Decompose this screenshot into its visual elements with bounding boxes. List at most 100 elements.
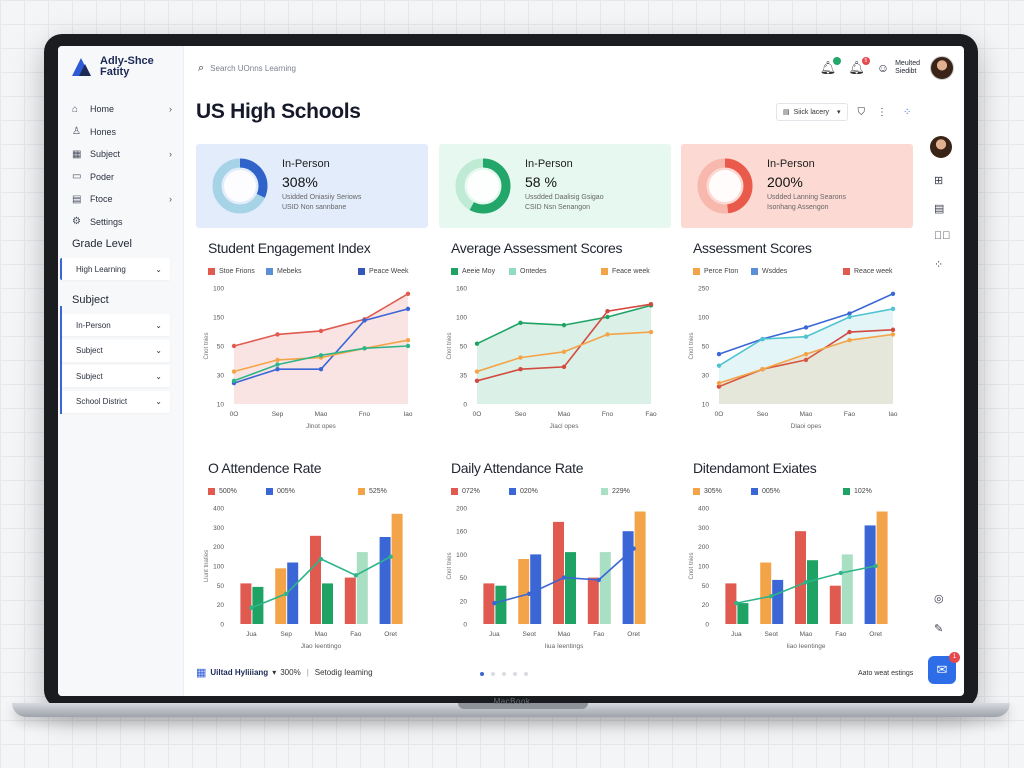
legend-label: 525% (369, 488, 387, 495)
y-tick-label: 150 (213, 315, 224, 322)
data-point (275, 362, 280, 367)
stat-value: 308% (282, 174, 318, 190)
avatar[interactable] (930, 56, 954, 80)
footer-value: 300% (280, 668, 301, 677)
calendar-icon: ▦ (72, 148, 82, 160)
legend-label: 020% (520, 488, 538, 495)
data-point (847, 329, 852, 335)
page-dot[interactable] (524, 672, 528, 676)
sidebar-item-4[interactable]: ▤ Ftoce › (58, 188, 184, 211)
page-dot[interactable] (502, 672, 506, 676)
filter-select-1[interactable]: Subject ⌄ (60, 339, 170, 362)
sidebar-item-5[interactable]: ⚙ Settings (58, 211, 184, 234)
y-tick-label: 100 (213, 286, 224, 293)
bar (737, 603, 749, 624)
data-point (890, 291, 896, 296)
chevron-down-icon: ⌄ (155, 264, 162, 274)
app-logo[interactable]: Adly-Shce Fatity (70, 56, 156, 78)
y-tick-label: 100 (456, 315, 467, 322)
x-tick-label: Fao (844, 411, 856, 418)
apps-icon[interactable]: ⁘ (934, 258, 943, 271)
support-icon[interactable]: ◎ (934, 592, 944, 605)
profile-menu[interactable]: ☺ Meulted Siedibt (877, 56, 954, 80)
messages-button[interactable]: ✉ 1 (928, 652, 960, 684)
data-point (760, 367, 765, 372)
sidebar-item-3[interactable]: ▭ Poder (58, 166, 184, 189)
grade-level-select[interactable]: High Learning ⌄ (60, 258, 170, 280)
x-tick-label: Fao (350, 631, 362, 638)
avatar[interactable] (930, 136, 952, 158)
document-icon[interactable]: ▤ (934, 202, 944, 215)
data-point (605, 314, 610, 320)
y-tick-label: 200 (456, 506, 467, 513)
data-point (605, 309, 610, 314)
chart-title: Student Engagement Index (208, 240, 371, 256)
stat-card[interactable]: In-Person 308% Usidded Oniasiiy Seriows USI… (196, 144, 428, 228)
page-dot[interactable] (491, 672, 495, 676)
x-tick-label: Fao (835, 631, 847, 638)
chart-title: O Attendence Rate (208, 460, 322, 476)
filter-select-3[interactable]: School District ⌄ (60, 390, 170, 413)
folder-icon: ▭ (72, 171, 82, 183)
check-circle-icon[interactable]: ✓⃝ (934, 230, 951, 242)
chevron-right-icon: › (169, 149, 172, 160)
data-point (405, 291, 411, 296)
chart-panel: Assessment Scores Perce Fton Wsddes Reace w… (681, 230, 913, 440)
x-tick-label: Mao (315, 631, 328, 638)
notification-bell-icon[interactable]: 🔔︎ (820, 57, 842, 76)
chart-legend: Perce Fton Wsddes Reace week (693, 268, 907, 278)
alert-bell-icon[interactable]: 🔔︎ 5 (848, 57, 870, 76)
x-tick-label: Seot (765, 631, 779, 638)
x-tick-label: Mao (315, 411, 328, 418)
x-axis-label: Jlacl opes (550, 423, 580, 430)
stat-title: In-Person (525, 158, 573, 170)
stat-caption: USID Non sannbane (282, 204, 347, 211)
data-point (362, 318, 367, 323)
chevron-right-icon: › (169, 194, 172, 205)
data-point (847, 314, 852, 320)
filter-select-0[interactable]: In-Person ⌄ (60, 314, 170, 336)
stat-card[interactable]: In-Person 58 % Ussdded Daalisig Gsigao CSID… (439, 144, 671, 228)
chevron-down-icon: ⌄ (155, 320, 162, 330)
y-tick-label: 400 (698, 506, 709, 513)
sidebar-item-label: Hones (90, 126, 117, 137)
x-axis-label: Iiao Ieentinge (786, 643, 825, 650)
sidebar-item-2[interactable]: ▦ Subject › (58, 143, 184, 166)
grid-view-icon[interactable]: ⁘ (903, 107, 911, 118)
legend-label: Aeeie Moy (462, 268, 496, 275)
sidebar-item-0[interactable]: ⌂ Home › (58, 98, 184, 121)
donut-hole (709, 170, 741, 202)
y-tick-label: 250 (698, 286, 709, 293)
sidebar-item-1[interactable]: ♙ Hones (58, 121, 184, 144)
more-vertical-icon[interactable]: ⋮ (877, 107, 887, 118)
search-input[interactable]: Search UOnns Learning (210, 64, 296, 73)
chevron-right-icon: › (169, 104, 172, 115)
page-dot[interactable] (480, 672, 484, 676)
edit-icon[interactable]: ✎ (934, 622, 943, 635)
filter-dropdown[interactable]: ▤ Siick lacery ▾ (776, 103, 848, 121)
page-title: US High Schools (196, 100, 361, 123)
screen: Adly-Shce Fatity ⌂ Home › ♙ Hones ▦ Subject › ▭ P… (58, 46, 964, 696)
legend-item: 102% (843, 488, 872, 495)
search-bar[interactable]: ⌕ Search UOnns Learning (198, 58, 338, 78)
y-tick-label: 0 (463, 402, 467, 409)
shield-icon[interactable]: ⛉ (858, 107, 866, 118)
grid-icon: ▦ (196, 667, 207, 679)
layout-grid-icon[interactable]: ⊞ (934, 174, 943, 187)
filter-select-2[interactable]: Subject ⌄ (60, 365, 170, 387)
stat-value: 58 % (525, 174, 557, 190)
data-point (405, 338, 411, 343)
legend-swatch (451, 268, 458, 275)
filter-select-label: In-Person (76, 320, 111, 330)
footer-brand[interactable]: Uiltad Hyliiiang (210, 668, 268, 677)
page-dot[interactable] (513, 672, 517, 676)
stat-card[interactable]: In-Person 200% Usdded Lanning Searons Isonh… (681, 144, 913, 228)
y-tick-label: 50 (702, 344, 710, 351)
footer-settings-link[interactable]: Aato weat estings (858, 670, 913, 677)
bar (876, 511, 888, 624)
data-point (275, 357, 280, 363)
stat-title: In-Person (282, 158, 330, 170)
trend-point (353, 573, 358, 578)
legend-item: 305% (693, 488, 722, 495)
y-tick-label: 30 (217, 373, 225, 380)
